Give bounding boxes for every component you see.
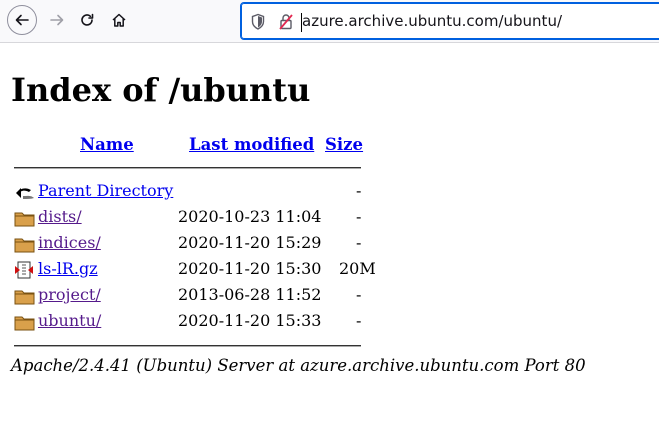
list-item: ubuntu/ 2020-11-20 15:33 - xyxy=(14,310,364,332)
file-size: 20M xyxy=(339,259,376,278)
list-item: dists/ 2020-10-23 11:04 - xyxy=(14,206,364,228)
browser-toolbar: azure.archive.ubuntu.com/ubuntu/ xyxy=(0,0,659,43)
last-modified: 2020-10-23 11:04 xyxy=(178,207,322,226)
file-size: - xyxy=(356,233,362,252)
home-icon xyxy=(112,13,126,27)
last-modified: 2020-11-20 15:30 xyxy=(178,259,322,278)
server-signature: Apache/2.4.41 (Ubuntu) Server at azure.a… xyxy=(11,356,586,375)
reload-button[interactable] xyxy=(72,5,102,35)
forward-arrow-icon xyxy=(50,14,64,26)
file-size: - xyxy=(356,207,362,226)
compressed-file-icon xyxy=(14,261,35,279)
list-item: project/ 2013-06-28 11:52 - xyxy=(14,284,364,306)
last-modified: 2020-11-20 15:29 xyxy=(178,233,322,252)
list-item: Parent Directory - xyxy=(14,180,364,202)
ls-lr-gz-link[interactable]: ls-lR.gz xyxy=(38,258,98,280)
folder-icon xyxy=(14,287,35,305)
project-link[interactable]: project/ xyxy=(38,284,101,306)
footer-divider xyxy=(14,345,361,347)
page-title: Index of /ubuntu xyxy=(11,71,311,109)
last-modified: 2020-11-20 15:33 xyxy=(178,311,322,330)
sort-by-size-link[interactable]: Size xyxy=(325,135,363,154)
indices-link[interactable]: indices/ xyxy=(38,232,101,254)
parent-directory-link[interactable]: Parent Directory xyxy=(38,180,173,202)
ubuntu-link[interactable]: ubuntu/ xyxy=(38,310,101,332)
folder-icon xyxy=(14,313,35,331)
column-header-name[interactable]: Name xyxy=(80,135,134,154)
page-content: Index of /ubuntu xyxy=(11,62,310,118)
file-size: - xyxy=(356,285,362,304)
last-modified: 2013-06-28 11:52 xyxy=(178,285,322,304)
back-button[interactable] xyxy=(7,5,37,35)
address-bar[interactable]: azure.archive.ubuntu.com/ubuntu/ xyxy=(240,2,659,40)
insecure-lock-icon[interactable] xyxy=(278,13,294,35)
forward-button[interactable] xyxy=(42,5,72,35)
reload-icon xyxy=(81,13,94,26)
back-arrow-icon xyxy=(15,14,29,26)
list-item: indices/ 2020-11-20 15:29 - xyxy=(14,232,364,254)
column-header-size[interactable]: Size xyxy=(325,135,363,154)
header-divider xyxy=(14,167,361,169)
folder-icon xyxy=(14,235,35,253)
sort-by-date-link[interactable]: Last modified xyxy=(189,135,314,154)
back-icon xyxy=(14,183,35,201)
folder-icon xyxy=(14,209,35,227)
home-button[interactable] xyxy=(104,5,134,35)
shield-icon[interactable] xyxy=(250,13,266,35)
file-size: - xyxy=(356,181,362,200)
sort-by-name-link[interactable]: Name xyxy=(80,135,134,154)
file-size: - xyxy=(356,311,362,330)
dists-link[interactable]: dists/ xyxy=(38,206,82,228)
url-text[interactable]: azure.archive.ubuntu.com/ubuntu/ xyxy=(302,12,562,30)
list-item: ls-lR.gz 2020-11-20 15:30 20M xyxy=(14,258,376,280)
column-header-last-modified[interactable]: Last modified xyxy=(189,135,314,154)
